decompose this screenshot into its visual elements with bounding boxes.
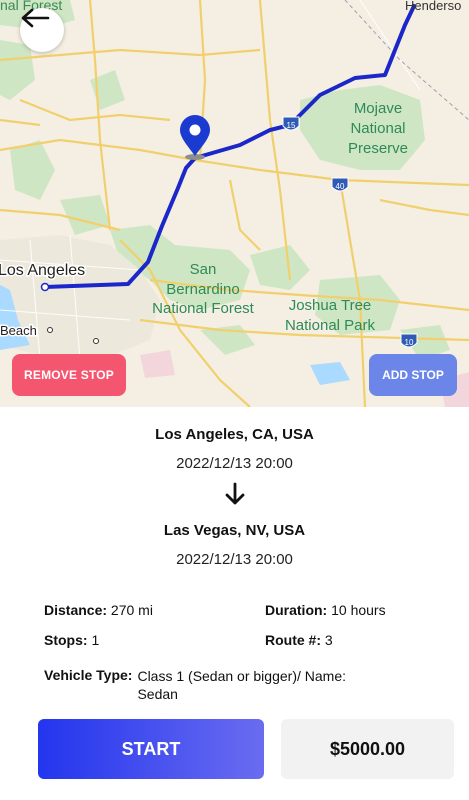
route-value: 3 xyxy=(324,632,333,648)
i10-shield-label: 10 xyxy=(405,338,414,347)
origin-datetime: 2022/12/13 20:00 xyxy=(176,455,293,472)
remove-stop-button[interactable]: REMOVE STOP xyxy=(12,354,126,396)
vehicle-type-row: Vehicle Type: Class 1 (Sedan or bigger)/… xyxy=(44,667,444,703)
distance-label: Distance: xyxy=(44,602,108,618)
origin-city: Los Angeles, CA, USA xyxy=(155,426,314,443)
map-label-beach: Beach xyxy=(0,323,37,338)
duration-row: Duration: 10 hours xyxy=(265,602,386,618)
map-label-henderson: Henderso xyxy=(405,0,461,13)
start-button[interactable]: START xyxy=(38,719,264,779)
vehicle-type-value: Class 1 (Sedan or bigger)/ Name: Sedan xyxy=(137,668,346,702)
map-label-mojave-3: Preserve xyxy=(348,140,408,157)
vehicle-type-label: Vehicle Type: xyxy=(44,667,133,683)
duration-value: 10 hours xyxy=(331,602,386,618)
map-label-jt-1: Joshua Tree xyxy=(289,297,372,314)
stops-label: Stops: xyxy=(44,632,88,648)
distance-row: Distance: 270 mi xyxy=(44,602,153,618)
map-label-sb-3: National Forest xyxy=(152,300,255,317)
duration-label: Duration: xyxy=(265,602,328,618)
map-label-jt-2: National Park xyxy=(285,317,376,334)
i15-shield-label: 15 xyxy=(287,121,296,130)
route-row: Route #: 3 xyxy=(265,632,333,648)
map-label-mojave-2: National xyxy=(350,120,405,137)
back-button[interactable] xyxy=(20,8,64,52)
distance-value: 270 mi xyxy=(110,602,153,618)
arrow-down-icon xyxy=(225,482,244,505)
stops-row: Stops: 1 xyxy=(44,632,99,648)
add-stop-button[interactable]: ADD STOP xyxy=(369,354,457,396)
arrow-left-icon xyxy=(21,8,50,28)
stops-value: 1 xyxy=(91,632,100,648)
route-label: Route #: xyxy=(265,632,321,648)
destination-city: Las Vegas, NV, USA xyxy=(163,522,306,539)
map-label-mojave-1: Mojave xyxy=(354,100,402,117)
map-label-los-angeles: Los Angeles xyxy=(0,262,85,279)
map-label-sb-1: San xyxy=(190,261,217,278)
route-map[interactable]: 15 40 10 nal Forest Henderso Mojave Nati… xyxy=(0,0,469,407)
price-display: $5000.00 xyxy=(281,719,454,779)
i40-shield-label: 40 xyxy=(336,182,345,191)
destination-datetime: 2022/12/13 20:00 xyxy=(176,551,293,568)
map-canvas: 15 40 10 nal Forest Henderso Mojave Nati… xyxy=(0,0,469,407)
map-label-sb-2: Bernardino xyxy=(166,281,239,298)
